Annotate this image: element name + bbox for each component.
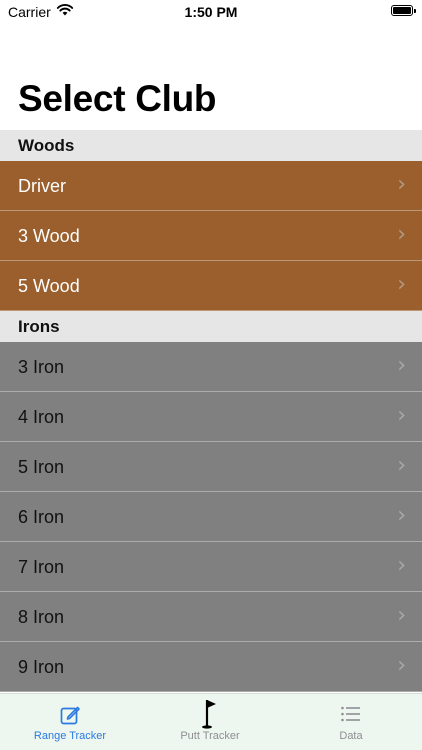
club-row-label: 5 Wood [18, 276, 80, 296]
club-row-label: Driver [18, 176, 66, 196]
club-row-label: 3 Wood [18, 226, 80, 246]
chevron-right-icon: › [397, 272, 406, 297]
club-row-5-wood[interactable]: 5 Wood › [0, 261, 422, 311]
club-row-label: 7 Iron [18, 557, 65, 577]
club-row-label: 9 Iron [18, 657, 65, 677]
chevron-right-icon: › [397, 453, 406, 478]
chevron-right-icon: › [397, 222, 406, 247]
tab-bar: Range Tracker Putt Tracker Data [0, 693, 422, 750]
tab-data[interactable]: Data [281, 694, 421, 750]
clock: 1:50 PM [184, 4, 238, 20]
status-bar: Carrier 1:50 PM [0, 0, 422, 24]
list-icon [340, 704, 362, 729]
section-header-woods: Woods [0, 130, 422, 161]
club-row-label: 3 Iron [18, 357, 65, 377]
chevron-right-icon: › [397, 503, 406, 528]
club-row-label: 6 Iron [18, 507, 65, 527]
tab-putt-tracker[interactable]: Putt Tracker [140, 694, 280, 750]
club-row-driver[interactable]: Driver › [0, 161, 422, 211]
club-row-4-iron[interactable]: 4 Iron › [0, 392, 422, 442]
club-row-7-iron[interactable]: 7 Iron › [0, 542, 422, 592]
club-row-label: 8 Iron [18, 607, 65, 627]
club-row-3-iron[interactable]: 3 Iron › [0, 342, 422, 392]
club-row-5-iron[interactable]: 5 Iron › [0, 442, 422, 492]
club-row-8-iron[interactable]: 8 Iron › [0, 592, 422, 642]
tab-label: Range Tracker [33, 730, 107, 742]
club-row-label: 4 Iron [18, 407, 65, 427]
chevron-right-icon: › [397, 403, 406, 428]
tab-label: Data [339, 730, 363, 742]
tab-label: Putt Tracker [180, 730, 240, 742]
chevron-right-icon: › [397, 653, 406, 678]
page-title: Select Club [18, 78, 217, 119]
tab-range-tracker[interactable]: Range Tracker [0, 694, 140, 750]
club-list[interactable]: Woods Driver › 3 Wood › 5 Wood › Irons 3… [0, 130, 422, 694]
chevron-right-icon: › [397, 553, 406, 578]
club-row-3-wood[interactable]: 3 Wood › [0, 211, 422, 261]
edit-icon [59, 704, 81, 731]
battery-icon [391, 5, 416, 16]
chevron-right-icon: › [397, 353, 406, 378]
club-row-label: 5 Iron [18, 457, 65, 477]
club-row-6-iron[interactable]: 6 Iron › [0, 492, 422, 542]
chevron-right-icon: › [397, 172, 406, 197]
section-header-irons: Irons [0, 311, 422, 342]
club-row-9-iron[interactable]: 9 Iron › [0, 642, 422, 692]
chevron-right-icon: › [397, 603, 406, 628]
